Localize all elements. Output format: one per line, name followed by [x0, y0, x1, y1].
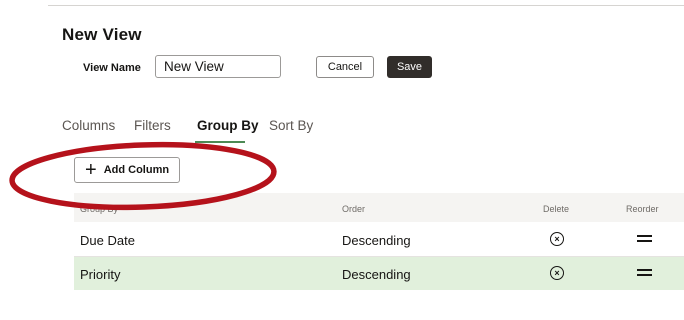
add-column-label: Add Column: [103, 164, 170, 176]
add-column-button[interactable]: + Add Column: [74, 157, 180, 183]
page-title: New View: [62, 25, 142, 44]
view-name-label: View Name: [83, 62, 141, 74]
cancel-button[interactable]: Cancel: [316, 56, 374, 78]
view-name-input[interactable]: [155, 55, 281, 78]
row-order: Descending: [342, 233, 411, 248]
tab-columns[interactable]: Columns: [62, 118, 115, 133]
row-column-name: Due Date: [80, 233, 135, 248]
header-order: Order: [342, 204, 366, 214]
close-circle-icon[interactable]: ×: [550, 266, 564, 280]
row-column-name: Priority: [80, 267, 121, 282]
save-button[interactable]: Save: [387, 56, 432, 78]
tab-filters[interactable]: Filters: [134, 118, 171, 133]
table-header: Group By Order Delete Reorder: [74, 193, 684, 222]
close-circle-icon[interactable]: ×: [550, 232, 564, 246]
drag-handle-icon[interactable]: [637, 269, 652, 276]
tab-sort-by[interactable]: Sort By: [269, 118, 313, 133]
table-row[interactable]: Priority Descending ×: [74, 257, 684, 290]
drag-handle-icon[interactable]: [637, 235, 652, 242]
header-group-by: Group By: [80, 204, 119, 214]
tab-group-by[interactable]: Group By: [197, 118, 259, 133]
header-delete: Delete: [543, 204, 570, 214]
row-order: Descending: [342, 267, 411, 282]
plus-icon: +: [85, 159, 97, 181]
active-tab-indicator: [195, 141, 245, 143]
table-row[interactable]: Due Date Descending ×: [74, 223, 684, 257]
header-reorder: Reorder: [626, 204, 659, 214]
top-divider: [48, 5, 684, 6]
